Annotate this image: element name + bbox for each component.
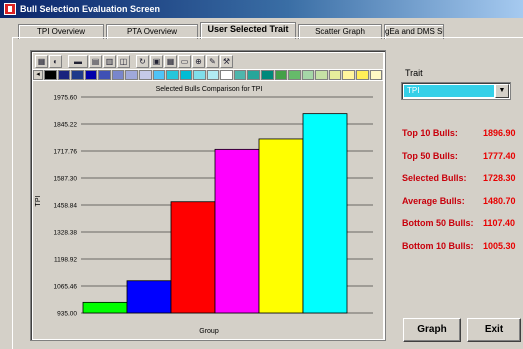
chart-frame: ▦ ◐ ▬ ▤ ▥ ◫ ↻ ▣ ▦ ▭ ⊕ ✎ ⚒ ◂ Selected Bul… [30,50,386,341]
y-tick-label: 1328.38 [54,230,78,237]
palette-swatch[interactable] [369,70,383,80]
palette-swatch[interactable] [328,70,342,80]
grid-icon[interactable]: ▦ [164,54,177,68]
stat-value: 1107.40 [483,218,516,228]
palette-swatch[interactable] [206,70,220,80]
palette-swatch[interactable] [247,70,260,80]
stat-value: 1005.30 [483,240,516,251]
chart-toolbar: ▦ ◐ ▬ ▤ ▥ ◫ ↻ ▣ ▦ ▭ ⊕ ✎ ⚒ [33,53,383,69]
stat-label: Selected Bulls: [402,173,467,183]
trait-select[interactable]: TPI ▼ [401,82,511,100]
y-tick-label: 1198.92 [54,257,77,264]
bar [258,138,304,314]
graph-button[interactable]: Graph [403,318,461,342]
stat-value: 1728.30 [483,173,516,183]
trait-label: Trait [405,68,423,78]
palette-swatch[interactable] [152,70,166,80]
stat-value: 1896.90 [483,128,516,138]
palette-swatch[interactable] [125,70,138,80]
palette-swatch[interactable] [315,70,328,80]
rotate-icon[interactable]: ↻ [136,54,149,68]
palette-swatch[interactable] [355,70,369,80]
bar-chart: Selected Bulls Comparison for TPI Group … [33,81,383,339]
palette-swatch[interactable] [98,70,111,80]
stat-label: Bottom 10 Bulls: [402,240,474,251]
palette-swatch[interactable] [261,70,274,80]
stats-panel: Top 10 Bulls: 1896.90 Top 50 Bulls: 1777… [402,128,523,263]
legend-icon[interactable]: ▣ [150,54,163,68]
window-title: Bull Selection Evaluation Screen [20,4,161,14]
trait-selected-value: TPI [404,85,494,97]
tools-icon[interactable]: ⚒ [220,54,233,68]
palette-swatch[interactable] [138,70,152,80]
stat-label: Bottom 50 Bulls: [402,218,474,228]
y-tick-label: 1975.60 [54,95,78,102]
palette-swatch[interactable] [57,70,71,80]
window-titlebar: Bull Selection Evaluation Screen [0,0,523,18]
bar [302,113,348,314]
stat-top-10: Top 10 Bulls: 1896.90 [402,128,523,151]
bar [126,280,172,314]
palette-left-arrow-icon[interactable]: ◂ [33,70,43,80]
palette-swatch[interactable] [288,70,301,80]
copy-icon[interactable]: ▥ [103,54,116,68]
stat-value: 1777.40 [483,150,516,161]
y-tick-label: 1845.22 [54,122,78,129]
exit-button[interactable]: Exit [467,318,521,342]
data-editor-icon[interactable]: ▭ [178,54,191,68]
palette-swatch[interactable] [84,70,98,80]
chart-xlabel: Group [199,328,219,335]
stat-average: Average Bulls: 1480.70 [402,196,523,219]
palette-swatch[interactable] [166,70,179,80]
stat-label: Average Bulls: [402,195,465,206]
palette-swatch[interactable] [274,70,288,80]
stat-selected: Selected Bulls: 1728.30 [402,173,523,196]
palette-swatch[interactable] [220,70,233,80]
properties-icon[interactable]: ✎ [206,54,219,68]
print-icon[interactable]: ▤ [89,54,102,68]
color-icon[interactable]: ◐ [49,54,62,68]
palette-swatch[interactable] [111,70,125,80]
y-tick-label: 1458.84 [54,203,78,210]
stat-top-50: Top 50 Bulls: 1777.40 [402,151,523,174]
zoom-icon[interactable]: ⊕ [192,54,205,68]
y-tick-label: 1065.46 [54,284,78,291]
stat-label: Top 50 Bulls: [402,150,458,161]
palette-swatch[interactable] [342,70,355,80]
bar [214,148,260,314]
y-tick-label: 1587.30 [54,176,78,183]
stat-label: Top 10 Bulls: [402,128,458,138]
y-tick-label: 935.00 [57,311,77,318]
palette-swatch[interactable] [301,70,315,80]
chevron-down-icon[interactable]: ▼ [495,84,509,98]
palette-swatch[interactable] [193,70,206,80]
3d-icon[interactable]: ◫ [117,54,130,68]
palette-swatch[interactable] [179,70,193,80]
app-icon [4,3,16,15]
palette-swatch[interactable] [71,70,84,80]
stat-bottom-50: Bottom 50 Bulls: 1107.40 [402,218,523,241]
stat-value: 1480.70 [483,195,516,206]
tab-strip: TPI Overview PTA Overview User Selected … [18,22,446,39]
palette-swatch[interactable] [233,70,247,80]
bar [170,201,216,314]
gallery-icon[interactable]: ▬ [68,54,88,68]
color-palette-bar: ◂ [33,70,383,80]
chart-type-icon[interactable]: ▦ [35,54,48,68]
chart-ylabel: TPI [35,196,42,207]
y-tick-label: 1717.76 [54,149,78,156]
bar [82,301,128,314]
chart-title: Selected Bulls Comparison for TPI [156,86,263,93]
chart-plot-area: Selected Bulls Comparison for TPI Group … [33,81,383,339]
palette-swatch[interactable] [44,70,57,80]
stat-bottom-10: Bottom 10 Bulls: 1005.30 [402,241,523,264]
